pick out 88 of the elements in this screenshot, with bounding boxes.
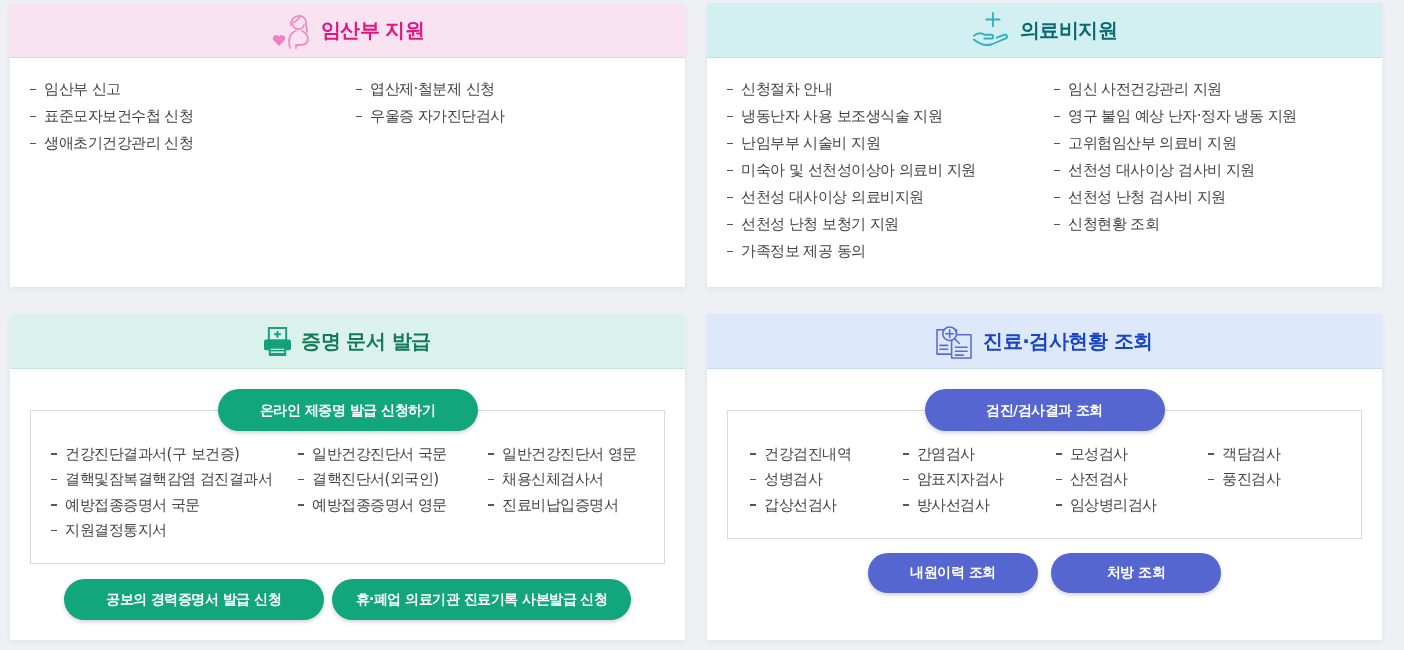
list-link[interactable]: 지원결정통지서	[51, 517, 298, 543]
dash-icon	[298, 453, 304, 455]
list-link[interactable]: 신청현황 조회	[1054, 211, 1382, 238]
dash-icon	[1054, 169, 1060, 172]
list-link[interactable]: 진료비납입증명서	[488, 492, 664, 518]
dash-icon	[488, 453, 494, 455]
action-button[interactable]: 내원이력 조회	[868, 552, 1038, 593]
list-link[interactable]: 성병검사	[750, 466, 903, 492]
dash-icon	[750, 453, 756, 455]
action-button[interactable]: 처방 조회	[1051, 552, 1221, 593]
dash-icon	[750, 504, 756, 506]
dash-icon	[51, 504, 57, 506]
dash-icon	[902, 504, 909, 506]
dash-icon	[902, 478, 909, 480]
list-link[interactable]: 결핵진단서(외국인)	[298, 466, 488, 492]
dash-icon	[1054, 142, 1060, 145]
list-link[interactable]: 결핵및잠복결핵감염 검진결과서	[51, 466, 298, 492]
dash-icon	[727, 223, 733, 226]
dash-icon	[356, 88, 362, 91]
dash-icon	[727, 169, 733, 172]
dash-icon	[727, 88, 733, 91]
dash-icon	[51, 529, 57, 531]
dash-icon	[727, 142, 733, 145]
card-title: 임산부 지원	[320, 17, 425, 44]
list-link[interactable]: 엽산제·철분제 신청	[356, 76, 685, 103]
dash-icon	[30, 115, 36, 118]
list-link[interactable]: 냉동난자 사용 보조생식술 지원	[727, 103, 1054, 130]
dash-icon	[1055, 453, 1062, 455]
documents-magnifier-icon	[936, 323, 974, 359]
list-link[interactable]: 채용신체검사서	[488, 466, 664, 492]
dash-icon	[1208, 453, 1215, 455]
dash-icon	[1055, 478, 1062, 480]
dash-icon	[298, 478, 304, 480]
list-link[interactable]: 암표지자검사	[902, 466, 1056, 492]
dash-icon	[488, 504, 494, 506]
list-link[interactable]: 간염검사	[902, 441, 1056, 467]
dash-icon	[488, 478, 494, 480]
list-link[interactable]: 객담검사	[1208, 441, 1361, 467]
list-link[interactable]: 풍진검사	[1208, 466, 1361, 492]
list-link[interactable]: 선천성 대사이상 의료비지원	[727, 184, 1054, 211]
dash-icon	[1054, 115, 1060, 118]
printer-icon	[264, 326, 292, 356]
list-link[interactable]: 건강진단결과서(구 보건증)	[51, 441, 298, 467]
dash-icon	[727, 196, 733, 199]
list-link[interactable]: 예방접종증명서 영문	[298, 492, 488, 518]
dash-icon	[1055, 504, 1062, 506]
list-link[interactable]: 예방접종증명서 국문	[51, 492, 298, 518]
list-link[interactable]: 방사선검사	[902, 492, 1056, 518]
card-title: 의료비지원	[1019, 17, 1118, 44]
dash-icon	[30, 142, 36, 145]
list-link[interactable]: 고위험임산부 의료비 지원	[1054, 130, 1382, 157]
list-link[interactable]: 모성검사	[1055, 441, 1209, 467]
list-link[interactable]: 건강검진내역	[750, 441, 903, 467]
card-title: 증명 문서 발급	[301, 328, 431, 355]
list-link[interactable]: 난임부부 시술비 지원	[727, 130, 1054, 157]
dash-icon	[902, 453, 909, 455]
list-link[interactable]: 미숙아 및 선천성이상아 의료비 지원	[727, 157, 1054, 184]
dash-icon	[356, 115, 362, 118]
dash-icon	[727, 115, 733, 118]
list-link[interactable]: 가족정보 제공 동의	[727, 238, 1054, 265]
dash-icon	[51, 453, 57, 455]
dash-icon	[750, 478, 756, 480]
dash-icon	[1054, 196, 1060, 199]
list-link[interactable]: 선천성 대사이상 검사비 지원	[1054, 157, 1382, 184]
list-link[interactable]: 선천성 난청 보청기 지원	[727, 211, 1054, 238]
dash-icon	[1208, 478, 1215, 480]
dash-icon	[51, 478, 57, 480]
dash-icon	[30, 88, 36, 91]
list-link[interactable]: 생애초기건강관리 신청	[30, 130, 356, 157]
list-link[interactable]: 신청절차 안내	[727, 76, 1054, 103]
list-link[interactable]: 선천성 난청 검사비 지원	[1054, 184, 1382, 211]
card-title: 진료·검사현황 조회	[983, 328, 1153, 355]
list-link[interactable]: 일반건강진단서 국문	[298, 441, 488, 467]
list-link[interactable]: 우울증 자가진단검사	[356, 103, 685, 130]
list-link[interactable]: 갑상선검사	[750, 492, 903, 518]
list-link[interactable]: 임상병리검사	[1055, 492, 1209, 518]
dash-icon	[1054, 223, 1060, 226]
dash-icon	[298, 504, 304, 506]
list-link[interactable]: 산전검사	[1055, 466, 1209, 492]
primary-button[interactable]: 검진/검사결과 조회	[924, 389, 1165, 431]
dash-icon	[1054, 88, 1060, 91]
list-link[interactable]: 영구 불임 예상 난자·정자 냉동 지원	[1054, 103, 1382, 130]
dash-icon	[727, 250, 733, 253]
list-link[interactable]: 표준모자보건수첩 신청	[30, 103, 356, 130]
list-link[interactable]: 일반건강진단서 영문	[488, 441, 664, 467]
list-link[interactable]: 임산부 신고	[30, 76, 356, 103]
list-link[interactable]: 임신 사전건강관리 지원	[1054, 76, 1382, 103]
hand-plus-icon	[971, 11, 1010, 49]
